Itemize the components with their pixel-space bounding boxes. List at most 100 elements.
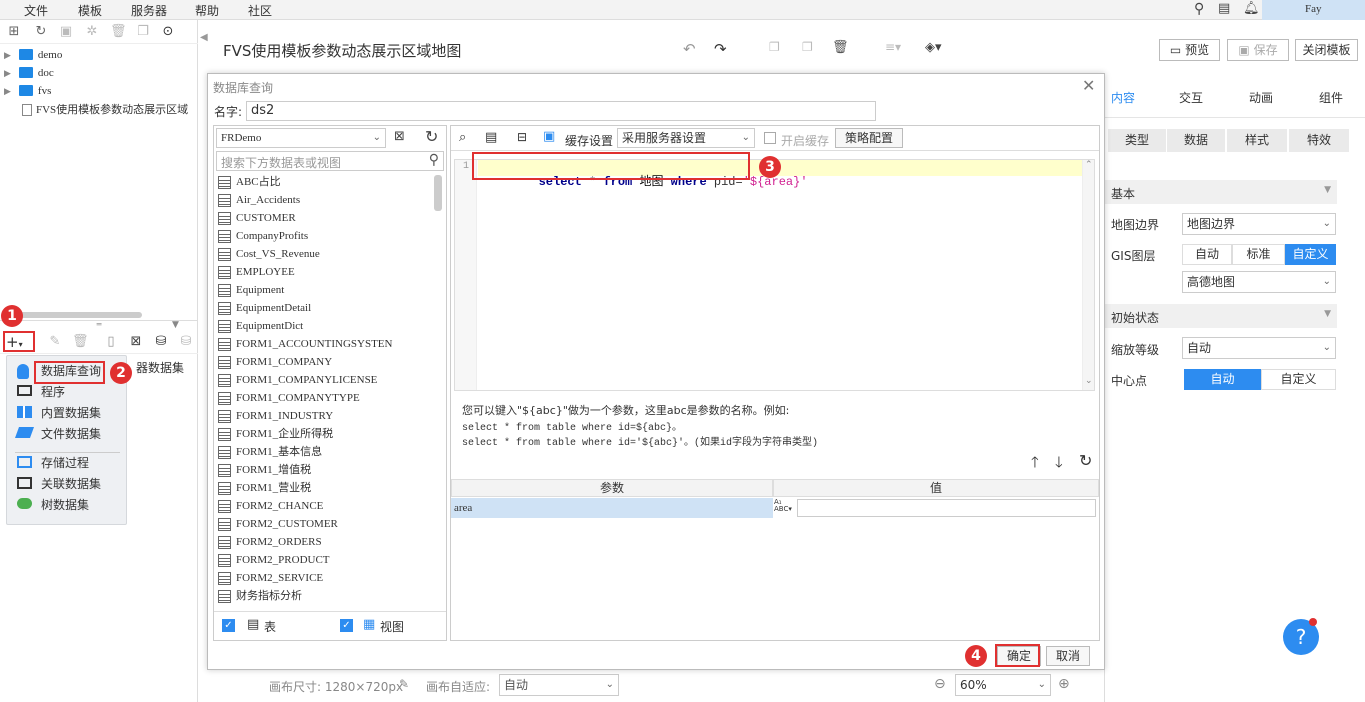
tree-item-demo[interactable]: ▶ demo <box>4 47 62 65</box>
delete-dataset-icon[interactable]: 🗑︎ <box>72 334 89 350</box>
menu-relation[interactable]: 关联数据集 <box>7 474 126 495</box>
menu-tree[interactable]: 树数据集 <box>7 495 126 516</box>
menu-community[interactable]: 社区 <box>248 2 272 19</box>
table-list-item[interactable]: Air_Accidents <box>216 191 433 209</box>
param-value-input[interactable] <box>797 499 1096 517</box>
tab-component[interactable]: 组件 <box>1319 89 1343 106</box>
tree-item-fvs[interactable]: ▶ fvs <box>4 83 51 101</box>
menu-server[interactable]: 服务器 <box>131 2 167 19</box>
table-list-item[interactable]: 财务指标分析 <box>216 587 433 605</box>
edit-icon[interactable]: ✎ <box>47 334 63 350</box>
section-basic[interactable]: 基本 ▼ <box>1105 180 1337 204</box>
center-custom[interactable]: 自定义 <box>1261 369 1336 390</box>
show-view-checkbox[interactable]: ✓ <box>340 619 353 632</box>
table-list-item[interactable]: FORM1_ACCOUNTINGSYSTEN <box>216 335 433 353</box>
collapse-icon[interactable]: ▼ <box>172 320 179 330</box>
horizontal-scrollbar[interactable] <box>6 312 142 318</box>
menu-file[interactable]: 文件 <box>24 2 48 19</box>
name-input[interactable]: ds2 <box>246 101 876 121</box>
cancel-button[interactable]: 取消 <box>1046 646 1090 666</box>
menu-template[interactable]: 模板 <box>78 2 102 19</box>
paste-icon[interactable]: ❐ <box>802 40 813 54</box>
type-icon[interactable]: A₁ ABC▾ <box>774 499 792 513</box>
preview-dataset-icon[interactable]: ▯ <box>103 334 119 350</box>
map-border-select[interactable]: 地图边界 ⌄ <box>1182 213 1336 235</box>
copy-icon[interactable]: ❐ <box>135 24 151 40</box>
zoom-level-select[interactable]: 自动 ⌄ <box>1182 337 1336 359</box>
gis-custom[interactable]: 自定义 <box>1285 244 1336 265</box>
autofit-select[interactable]: 自动 ⌄ <box>499 674 619 696</box>
menu-file[interactable]: 文件数据集 <box>7 424 126 445</box>
delete-icon[interactable]: 🗑︎ <box>110 24 127 40</box>
edit-size-icon[interactable]: ✎ <box>399 677 409 691</box>
sql-editor[interactable]: 1 select * from 地图 where pid='${area}' ⌃… <box>454 159 1095 391</box>
table-list-item[interactable]: ABC占比 <box>216 173 433 191</box>
database-settings-icon[interactable]: ⛁ <box>178 334 194 350</box>
align-icon[interactable]: ≡▾ <box>885 40 901 54</box>
bell-icon[interactable]: 🔔︎ <box>1243 1 1260 16</box>
table-list-item[interactable]: CUSTOMER <box>216 209 433 227</box>
open-icon[interactable]: ▣ <box>58 24 74 40</box>
section-init[interactable]: 初始状态 ▼ <box>1105 304 1337 328</box>
show-table-checkbox[interactable]: ✓ <box>222 619 235 632</box>
tab-interaction[interactable]: 交互 <box>1179 89 1203 106</box>
table-list-item[interactable]: FORM1_COMPANY <box>216 353 433 371</box>
enable-cache-checkbox[interactable] <box>764 132 776 144</box>
table-list-item[interactable]: FORM1_企业所得税 <box>216 425 433 443</box>
close-icon[interactable]: ✕ <box>1082 76 1095 95</box>
settings-icon[interactable]: ✲ <box>84 24 100 40</box>
table-list-item[interactable]: FORM1_增值税 <box>216 461 433 479</box>
report-icon[interactable]: ▤ <box>485 130 497 145</box>
center-auto[interactable]: 自动 <box>1184 369 1261 390</box>
table-list-scrollbar[interactable] <box>434 175 442 211</box>
table-list-item[interactable]: EquipmentDict <box>216 317 433 335</box>
move-up-icon[interactable]: 🡑 <box>1031 452 1039 477</box>
tab-animation[interactable]: 动画 <box>1249 89 1273 106</box>
layer-icon[interactable]: ◈▾ <box>925 40 942 55</box>
locate-icon[interactable]: ⊙ <box>160 24 176 40</box>
table-list-item[interactable]: Cost_VS_Revenue <box>216 245 433 263</box>
scroll-up-icon[interactable]: ⌃ <box>1085 160 1093 170</box>
user-area[interactable]: Fay <box>1262 0 1365 20</box>
table-list-item[interactable]: CompanyProfits <box>216 227 433 245</box>
refresh-icon[interactable]: ↻ <box>33 24 49 40</box>
panel-divider[interactable]: ═ <box>0 320 198 329</box>
close-template-button[interactable]: 关闭模板 <box>1295 39 1358 61</box>
gis-auto[interactable]: 自动 <box>1182 244 1232 265</box>
gis-map-select[interactable]: 高德地图 ⌄ <box>1182 271 1336 293</box>
table-list-item[interactable]: FORM1_INDUSTRY <box>216 407 433 425</box>
table-list-item[interactable]: FORM1_COMPANYLICENSE <box>216 371 433 389</box>
move-down-icon[interactable]: 🡓 <box>1055 452 1063 477</box>
tree-item-doc[interactable]: ▶ doc <box>4 65 54 83</box>
search-icon[interactable]: ⚲ <box>429 152 439 168</box>
menu-program[interactable]: 程序 <box>7 382 126 403</box>
trash-icon[interactable]: 🗑︎ <box>832 40 849 55</box>
notes-icon[interactable]: ▤ <box>1218 1 1230 16</box>
menu-builtin[interactable]: 内置数据集 <box>7 403 126 424</box>
menu-procedure[interactable]: 存储过程 <box>7 453 126 474</box>
gis-standard[interactable]: 标准 <box>1232 244 1285 265</box>
strategy-button[interactable]: 策略配置 <box>835 128 903 148</box>
collapse-left-icon[interactable]: ◀ <box>200 32 208 43</box>
sql-icon[interactable]: ⊠ <box>128 334 144 350</box>
zoom-select[interactable]: 60% ⌄ <box>955 674 1051 696</box>
table-list-item[interactable]: FORM2_SERVICE <box>216 569 433 587</box>
table-list-item[interactable]: EquipmentDetail <box>216 299 433 317</box>
table-list-item[interactable]: FORM2_PRODUCT <box>216 551 433 569</box>
table-list-item[interactable]: FORM2_ORDERS <box>216 533 433 551</box>
connection-settings-icon[interactable]: ⊠ <box>394 129 405 144</box>
cache-icon[interactable]: ▣ <box>543 129 555 144</box>
editor-scrollbar[interactable]: ⌃ ⌄ <box>1082 160 1094 390</box>
cache-select[interactable]: 采用服务器设置 ⌄ <box>617 128 755 148</box>
table-list-item[interactable]: FORM1_COMPANYTYPE <box>216 389 433 407</box>
table-search-input[interactable]: 搜索下方数据表或视图 ⚲ <box>216 151 444 171</box>
tree-item-file[interactable]: FVS使用模板参数动态展示区域 <box>22 101 198 119</box>
zoom-in-icon[interactable]: ⊕ <box>1058 676 1070 692</box>
subtab-effect[interactable]: 特效 <box>1289 129 1349 152</box>
subtab-data[interactable]: 数据 <box>1167 129 1225 152</box>
subtab-style[interactable]: 样式 <box>1227 129 1287 152</box>
table-list-item[interactable]: EMPLOYEE <box>216 263 433 281</box>
undo-icon[interactable]: ↶ <box>683 40 696 58</box>
refresh-icon[interactable]: ↻ <box>425 127 438 146</box>
search-icon[interactable]: ⚲ <box>1194 1 1204 17</box>
